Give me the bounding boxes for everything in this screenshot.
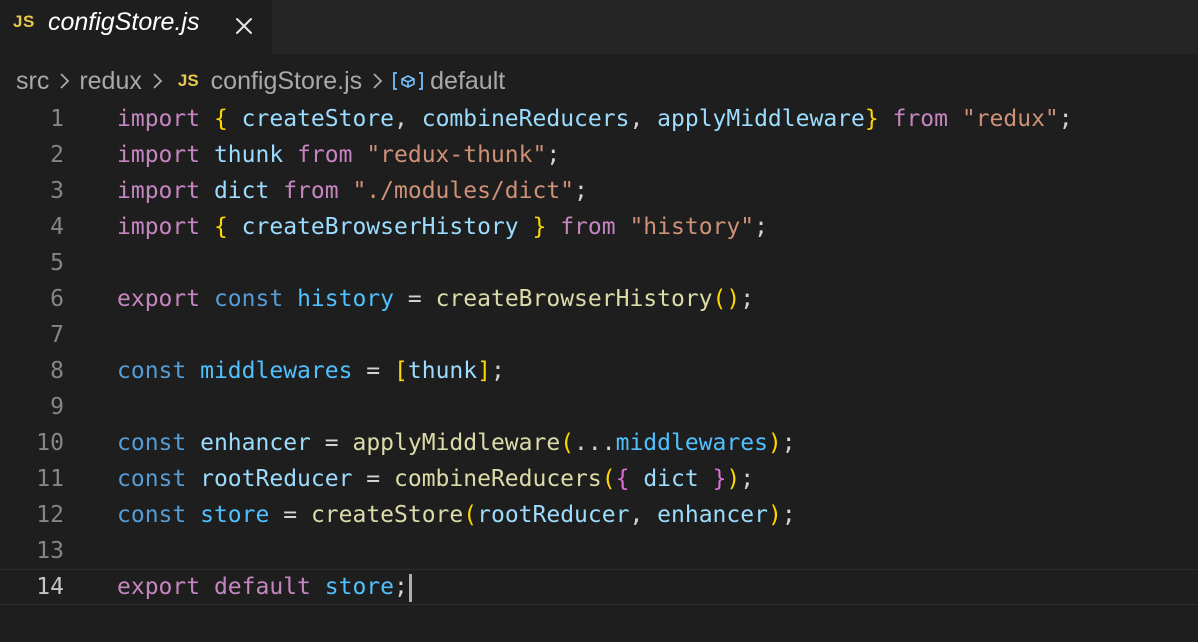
line-number: 2 bbox=[50, 142, 64, 168]
line-number: 3 bbox=[50, 178, 64, 204]
code-line[interactable]: 5 bbox=[0, 245, 1198, 281]
code-text: const store = createStore(rootReducer, e… bbox=[117, 502, 796, 528]
tab-title: configStore.js bbox=[48, 8, 200, 36]
js-file-icon: JS bbox=[177, 71, 199, 90]
code-line[interactable]: 12 const store = createStore(rootReducer,… bbox=[0, 497, 1198, 533]
tab-bar: JS configStore.js bbox=[0, 0, 1198, 54]
code-text: export const history = createBrowserHist… bbox=[117, 286, 755, 312]
code-line[interactable]: 10 const enhancer = applyMiddleware(...mi… bbox=[0, 425, 1198, 461]
code-text: import thunk from "redux-thunk"; bbox=[117, 142, 561, 168]
symbol-variable-icon bbox=[393, 72, 424, 90]
code-line[interactable]: 13 bbox=[0, 533, 1198, 569]
code-line[interactable]: 14 export default store; bbox=[0, 569, 1198, 605]
code-text: export default store; bbox=[117, 570, 412, 604]
code-text: import { createStore, combineReducers, a… bbox=[117, 106, 1073, 132]
line-number: 13 bbox=[36, 538, 64, 564]
code-line[interactable]: 8 const middlewares = [thunk]; bbox=[0, 353, 1198, 389]
line-number: 8 bbox=[50, 358, 64, 384]
line-number: 14 bbox=[36, 574, 64, 600]
line-number: 11 bbox=[36, 466, 64, 492]
line-number: 9 bbox=[50, 394, 64, 420]
line-number: 7 bbox=[50, 322, 64, 348]
breadcrumb-item-src[interactable]: src bbox=[16, 67, 49, 96]
chevron-right-icon bbox=[153, 73, 163, 89]
breadcrumb-item-redux[interactable]: redux bbox=[79, 67, 142, 96]
code-line[interactable]: 11 const rootReducer = combineReducers({ … bbox=[0, 461, 1198, 497]
line-number: 6 bbox=[50, 286, 64, 312]
code-text: import { createBrowserHistory } from "hi… bbox=[117, 214, 768, 240]
close-icon[interactable] bbox=[232, 14, 256, 38]
code-text: import dict from "./modules/dict"; bbox=[117, 178, 588, 204]
breadcrumb-item-file[interactable]: configStore.js bbox=[211, 67, 362, 96]
line-number: 5 bbox=[50, 250, 64, 276]
code-line[interactable]: 9 bbox=[0, 389, 1198, 425]
breadcrumb: src redux JS configStore.js default bbox=[16, 64, 505, 98]
tab-config-store[interactable]: JS configStore.js bbox=[0, 0, 272, 54]
code-line[interactable]: 6 export const history = createBrowserHis… bbox=[0, 281, 1198, 317]
code-line[interactable]: 7 bbox=[0, 317, 1198, 353]
line-number: 12 bbox=[36, 502, 64, 528]
breadcrumb-symbol[interactable]: default bbox=[430, 67, 505, 96]
text-cursor bbox=[408, 573, 412, 602]
line-number: 10 bbox=[36, 430, 64, 456]
code-line[interactable]: 4 import { createBrowserHistory } from "h… bbox=[0, 209, 1198, 245]
editor-window: JS configStore.js src redux JS configSto… bbox=[0, 0, 1198, 642]
chevron-right-icon bbox=[373, 73, 383, 89]
code-line[interactable]: 2 import thunk from "redux-thunk"; bbox=[0, 137, 1198, 173]
code-text: const enhancer = applyMiddleware(...midd… bbox=[117, 430, 796, 456]
js-file-icon: JS bbox=[13, 12, 35, 31]
code-text: const middlewares = [thunk]; bbox=[117, 358, 505, 384]
line-number: 1 bbox=[50, 106, 64, 132]
code-text: const rootReducer = combineReducers({ di… bbox=[117, 466, 755, 492]
code-line[interactable]: 3 import dict from "./modules/dict"; bbox=[0, 173, 1198, 209]
code-line[interactable]: 1 import { createStore, combineReducers, … bbox=[0, 101, 1198, 137]
code-editor[interactable]: 1 import { createStore, combineReducers, … bbox=[0, 101, 1198, 605]
line-number: 4 bbox=[50, 214, 64, 240]
chevron-right-icon bbox=[60, 73, 70, 89]
